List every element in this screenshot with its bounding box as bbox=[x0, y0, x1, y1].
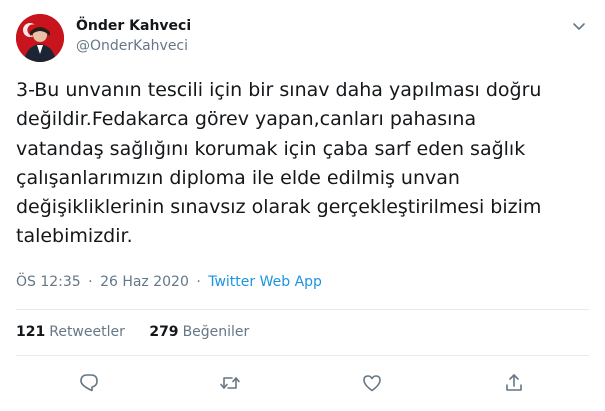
tweet-text: 3-Bu unvanın tescili için bir sınav daha… bbox=[16, 79, 542, 248]
heart-icon[interactable] bbox=[361, 372, 383, 394]
divider bbox=[16, 309, 589, 310]
author-display-name[interactable]: Önder Kahveci bbox=[76, 18, 191, 34]
tweet-header: Önder Kahveci @OnderKahveci bbox=[16, 12, 589, 62]
tweet-stats: 121 Retweetler 279 Beğeniler bbox=[16, 324, 249, 340]
meta-separator: · bbox=[196, 274, 201, 290]
reply-icon[interactable] bbox=[78, 372, 100, 394]
tweet-source-link[interactable]: Twitter Web App bbox=[208, 274, 322, 290]
tweet-date[interactable]: 26 Haz 2020 bbox=[100, 274, 189, 290]
retweet-icon[interactable] bbox=[219, 372, 241, 394]
retweet-label: Retweetler bbox=[49, 324, 125, 340]
divider bbox=[16, 355, 589, 356]
share-icon[interactable] bbox=[503, 372, 525, 394]
retweet-count: 121 bbox=[16, 324, 46, 340]
tweet-card: Önder Kahveci @OnderKahveci 3-Bu unvanın… bbox=[0, 0, 605, 411]
meta-separator: · bbox=[88, 274, 93, 290]
tweet-actions bbox=[0, 368, 605, 398]
like-label: Beğeniler bbox=[182, 324, 250, 340]
like-stat[interactable]: 279 Beğeniler bbox=[149, 324, 249, 340]
avatar[interactable] bbox=[16, 14, 64, 62]
retweet-stat[interactable]: 121 Retweetler bbox=[16, 324, 125, 340]
like-count: 279 bbox=[149, 324, 179, 340]
tweet-meta: ÖS 12:35 · 26 Haz 2020 · Twitter Web App bbox=[16, 274, 322, 290]
tweet-time[interactable]: ÖS 12:35 bbox=[16, 274, 81, 290]
author-handle[interactable]: @OnderKahveci bbox=[76, 38, 188, 54]
chevron-down-icon[interactable] bbox=[571, 18, 587, 34]
